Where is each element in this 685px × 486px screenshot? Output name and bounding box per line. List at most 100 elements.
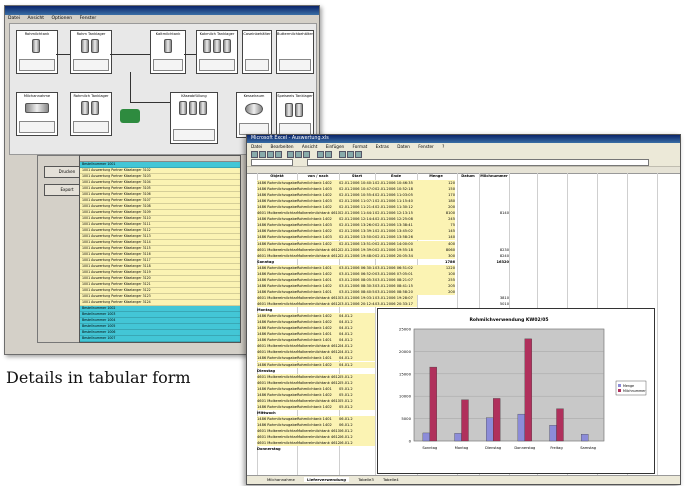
sheet-tab[interactable]: Tabelle4 (383, 477, 399, 482)
bar-menge (517, 413, 525, 442)
legend-label: Milchnummer (623, 389, 646, 393)
tank-speiseeis-tanklager[interactable]: Speiseeis Tanklager (276, 92, 314, 138)
excel-menu-datei[interactable]: Datei (251, 144, 262, 149)
tank-cylinder-icon (223, 39, 231, 53)
tank-rohmilchtank[interactable]: Rohmilchtank (16, 30, 58, 74)
tank-values (245, 59, 269, 71)
x-tick-label: Dienstag (485, 446, 501, 450)
pipe (110, 54, 150, 55)
cut-icon[interactable] (287, 151, 294, 158)
excel-menu-daten[interactable]: Daten (397, 144, 410, 149)
tank-values (153, 59, 183, 71)
tank-kesselraum[interactable]: Kesselraum (236, 92, 272, 138)
excel-titlebar: Microsoft Excel - Auswertung.xls (247, 135, 680, 143)
sheet-tab[interactable]: Tabelle3 (358, 477, 374, 482)
boiler-icon (245, 103, 263, 115)
menu-item-ansicht[interactable]: Ansicht (27, 16, 44, 21)
order-table-body: Bestellnummer 1001 1001 Auswertung Partne… (80, 162, 240, 343)
menu-item-optionen[interactable]: Optionen (52, 16, 73, 21)
tank-milchannahme[interactable]: Milchannahme (16, 92, 58, 136)
excel-menu-fenster[interactable]: Fenster (418, 144, 434, 149)
tank-values (173, 129, 215, 141)
name-box[interactable] (251, 159, 293, 166)
tank-caseinbehaelter[interactable]: Caseinbehälter (242, 30, 272, 74)
tank-values (199, 59, 235, 71)
y-tick-label: 20000 (399, 349, 412, 354)
sheet-tab[interactable]: Milchannahme (267, 477, 295, 482)
excel-menu-help[interactable]: ? (442, 144, 444, 149)
legend-swatch (618, 389, 621, 392)
open-file-icon[interactable] (259, 151, 266, 158)
sheet-cell[interactable]: Donnerstag (257, 446, 297, 452)
sheet-header-cell[interactable]: Start (339, 173, 375, 179)
x-tick-label: Donnerstag (514, 446, 535, 450)
sheet-header-cell[interactable]: Ende (375, 173, 417, 179)
x-tick-label: Sonntag (422, 446, 437, 450)
chart-wizard-icon[interactable] (355, 151, 362, 158)
tank-cylinder-icon (81, 101, 89, 115)
tank-buttermilchbehaelter[interactable]: Buttermilchbehälter (276, 30, 314, 74)
tank-cylinder-icon (285, 103, 293, 117)
legend-swatch (618, 384, 621, 387)
sheet-header-cell[interactable]: Menge (417, 173, 455, 179)
redo-icon[interactable] (325, 151, 332, 158)
menu-item-datei[interactable]: Datei (8, 16, 20, 21)
y-tick-label: 25000 (399, 327, 412, 332)
chart-svg: Rohmilchverwendung KW02/05 0 5000 10000 1500… (399, 317, 646, 450)
sheet-header-cell[interactable]: Milchnummer (479, 173, 509, 179)
tank-kokmilch-tanklager[interactable]: Kokmilch Tanklager (196, 30, 238, 74)
bar-milchnummer (493, 398, 501, 442)
tank-values (279, 59, 311, 71)
sum-icon[interactable] (339, 151, 346, 158)
order-table-row[interactable]: Bestellnummer 1008 (80, 342, 240, 343)
formatting-toolbar (247, 158, 680, 167)
sheet-header-cell[interactable]: Datum (457, 173, 479, 179)
tank-cylinder-icon (203, 39, 211, 53)
tank-cylinder-icon (81, 39, 89, 53)
tank-cylinder-icon (295, 103, 303, 117)
excel-menu-format[interactable]: Format (353, 144, 368, 149)
sheet-tabs: Milchannahme Lieferverwendung Tabelle3 T… (247, 475, 680, 484)
excel-menu-ansicht[interactable]: Ansicht (302, 144, 317, 149)
sort-icon[interactable] (347, 151, 354, 158)
tank-cylinder-icon (199, 101, 207, 115)
back-window-menubar: Datei Ansicht Optionen Fenster (5, 15, 319, 22)
tank-rohmilch-tanklager[interactable]: Rohmilch Tanklager (70, 92, 112, 136)
bar-menge (549, 425, 557, 442)
pipe (56, 54, 70, 55)
sheet-header-cell[interactable]: Objekt (257, 173, 297, 179)
tank-label: Käseabfüllung (181, 94, 207, 98)
tank-label: Kesselraum (243, 94, 265, 98)
save-icon[interactable] (267, 151, 274, 158)
tank-values (19, 59, 55, 71)
excel-menu-extras[interactable]: Extras (376, 144, 389, 149)
sheet-header-cell[interactable]: von / nach (297, 173, 339, 179)
undo-icon[interactable] (317, 151, 324, 158)
copy-icon[interactable] (295, 151, 302, 158)
tank-label: Rohm Tanklager (76, 32, 106, 36)
plot-area (413, 328, 605, 442)
paste-icon[interactable] (303, 151, 310, 158)
bar-milchnummer (524, 338, 532, 442)
new-file-icon[interactable] (251, 151, 258, 158)
tank-label: Milchannahme (23, 94, 51, 98)
print-icon[interactable] (275, 151, 282, 158)
tank-kaeseabfuellung[interactable]: Käseabfüllung (170, 92, 218, 144)
formula-bar[interactable] (307, 159, 649, 166)
tank-rohm-tanklager[interactable]: Rohm Tanklager (70, 30, 112, 74)
bar-menge (581, 434, 589, 442)
tank-label: Rohmilchtank (24, 32, 50, 36)
caption: Details in tabular form (6, 368, 191, 387)
embedded-chart[interactable]: Rohmilchverwendung KW02/05 0 5000 10000 1500… (377, 308, 655, 474)
order-table: Bestellnummer 1001 1001 Auswertung Partne… (79, 155, 241, 343)
sheet-tab-active[interactable]: Lieferverwendung (304, 477, 349, 482)
tank-kaltmilchtank[interactable]: Kaltmilchtank (150, 30, 186, 74)
tank-values (73, 121, 109, 133)
menu-item-fenster[interactable]: Fenster (80, 16, 97, 21)
x-tick-label: Samstag (580, 446, 596, 450)
tank-values (19, 121, 55, 133)
tank-cylinder-icon (32, 39, 40, 53)
y-tick-label: 10000 (399, 394, 412, 399)
excel-menu-einfuegen[interactable]: Einfügen (326, 144, 344, 149)
excel-menu-bearbeiten[interactable]: Bearbeiten (271, 144, 294, 149)
